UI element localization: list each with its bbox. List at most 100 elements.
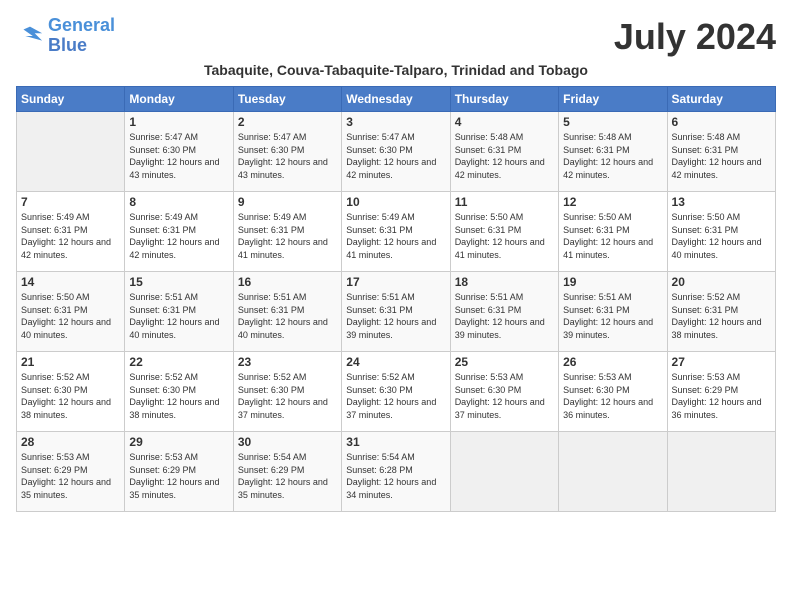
- sunset-text: Sunset: 6:31 PM: [455, 225, 522, 235]
- daylight-text: Daylight: 12 hours and 43 minutes.: [238, 157, 328, 180]
- daylight-text: Daylight: 12 hours and 42 minutes.: [563, 157, 653, 180]
- weekday-header: Sunday: [17, 87, 125, 112]
- calendar-day-cell: 12 Sunrise: 5:50 AM Sunset: 6:31 PM Dayl…: [559, 192, 667, 272]
- calendar-table: SundayMondayTuesdayWednesdayThursdayFrid…: [16, 86, 776, 512]
- day-number: 24: [346, 355, 445, 369]
- calendar-day-cell: 10 Sunrise: 5:49 AM Sunset: 6:31 PM Dayl…: [342, 192, 450, 272]
- calendar-day-cell: 5 Sunrise: 5:48 AM Sunset: 6:31 PM Dayli…: [559, 112, 667, 192]
- day-info: Sunrise: 5:49 AM Sunset: 6:31 PM Dayligh…: [238, 211, 337, 261]
- daylight-text: Daylight: 12 hours and 37 minutes.: [346, 397, 436, 420]
- sunset-text: Sunset: 6:30 PM: [563, 385, 630, 395]
- month-title: July 2024: [614, 16, 776, 58]
- day-number: 11: [455, 195, 554, 209]
- sunrise-text: Sunrise: 5:50 AM: [455, 212, 524, 222]
- logo: General Blue: [16, 16, 115, 56]
- sunset-text: Sunset: 6:31 PM: [129, 305, 196, 315]
- sunset-text: Sunset: 6:30 PM: [238, 385, 305, 395]
- calendar-day-cell: 30 Sunrise: 5:54 AM Sunset: 6:29 PM Dayl…: [233, 432, 341, 512]
- daylight-text: Daylight: 12 hours and 39 minutes.: [346, 317, 436, 340]
- weekday-header: Friday: [559, 87, 667, 112]
- weekday-header: Tuesday: [233, 87, 341, 112]
- day-number: 19: [563, 275, 662, 289]
- day-info: Sunrise: 5:52 AM Sunset: 6:30 PM Dayligh…: [346, 371, 445, 421]
- sunrise-text: Sunrise: 5:48 AM: [672, 132, 741, 142]
- sunset-text: Sunset: 6:31 PM: [21, 305, 88, 315]
- day-info: Sunrise: 5:52 AM Sunset: 6:30 PM Dayligh…: [129, 371, 228, 421]
- sunrise-text: Sunrise: 5:52 AM: [346, 372, 415, 382]
- calendar-day-cell: 8 Sunrise: 5:49 AM Sunset: 6:31 PM Dayli…: [125, 192, 233, 272]
- weekday-header-row: SundayMondayTuesdayWednesdayThursdayFrid…: [17, 87, 776, 112]
- calendar-day-cell: 25 Sunrise: 5:53 AM Sunset: 6:30 PM Dayl…: [450, 352, 558, 432]
- sunrise-text: Sunrise: 5:49 AM: [129, 212, 198, 222]
- daylight-text: Daylight: 12 hours and 35 minutes.: [238, 477, 328, 500]
- daylight-text: Daylight: 12 hours and 42 minutes.: [21, 237, 111, 260]
- calendar-day-cell: 17 Sunrise: 5:51 AM Sunset: 6:31 PM Dayl…: [342, 272, 450, 352]
- day-info: Sunrise: 5:47 AM Sunset: 6:30 PM Dayligh…: [129, 131, 228, 181]
- day-number: 21: [21, 355, 120, 369]
- calendar-day-cell: 20 Sunrise: 5:52 AM Sunset: 6:31 PM Dayl…: [667, 272, 775, 352]
- sunrise-text: Sunrise: 5:47 AM: [238, 132, 307, 142]
- day-info: Sunrise: 5:51 AM Sunset: 6:31 PM Dayligh…: [129, 291, 228, 341]
- sunrise-text: Sunrise: 5:53 AM: [563, 372, 632, 382]
- weekday-header: Monday: [125, 87, 233, 112]
- calendar-day-cell: 15 Sunrise: 5:51 AM Sunset: 6:31 PM Dayl…: [125, 272, 233, 352]
- sunrise-text: Sunrise: 5:53 AM: [455, 372, 524, 382]
- day-info: Sunrise: 5:49 AM Sunset: 6:31 PM Dayligh…: [129, 211, 228, 261]
- sunrise-text: Sunrise: 5:49 AM: [238, 212, 307, 222]
- sunrise-text: Sunrise: 5:48 AM: [455, 132, 524, 142]
- day-info: Sunrise: 5:50 AM Sunset: 6:31 PM Dayligh…: [21, 291, 120, 341]
- logo-general: General: [48, 15, 115, 35]
- sunrise-text: Sunrise: 5:52 AM: [21, 372, 90, 382]
- day-number: 14: [21, 275, 120, 289]
- calendar-day-cell: [667, 432, 775, 512]
- day-number: 10: [346, 195, 445, 209]
- sunrise-text: Sunrise: 5:54 AM: [346, 452, 415, 462]
- day-number: 30: [238, 435, 337, 449]
- calendar-day-cell: 4 Sunrise: 5:48 AM Sunset: 6:31 PM Dayli…: [450, 112, 558, 192]
- day-info: Sunrise: 5:53 AM Sunset: 6:30 PM Dayligh…: [563, 371, 662, 421]
- day-info: Sunrise: 5:49 AM Sunset: 6:31 PM Dayligh…: [21, 211, 120, 261]
- day-number: 12: [563, 195, 662, 209]
- daylight-text: Daylight: 12 hours and 38 minutes.: [672, 317, 762, 340]
- calendar-week-row: 21 Sunrise: 5:52 AM Sunset: 6:30 PM Dayl…: [17, 352, 776, 432]
- calendar-day-cell: 22 Sunrise: 5:52 AM Sunset: 6:30 PM Dayl…: [125, 352, 233, 432]
- sunrise-text: Sunrise: 5:50 AM: [672, 212, 741, 222]
- day-info: Sunrise: 5:51 AM Sunset: 6:31 PM Dayligh…: [455, 291, 554, 341]
- calendar-day-cell: 24 Sunrise: 5:52 AM Sunset: 6:30 PM Dayl…: [342, 352, 450, 432]
- calendar-day-cell: 6 Sunrise: 5:48 AM Sunset: 6:31 PM Dayli…: [667, 112, 775, 192]
- day-number: 22: [129, 355, 228, 369]
- day-number: 27: [672, 355, 771, 369]
- sunrise-text: Sunrise: 5:49 AM: [21, 212, 90, 222]
- day-info: Sunrise: 5:47 AM Sunset: 6:30 PM Dayligh…: [238, 131, 337, 181]
- sunrise-text: Sunrise: 5:51 AM: [238, 292, 307, 302]
- day-number: 15: [129, 275, 228, 289]
- day-number: 18: [455, 275, 554, 289]
- sunset-text: Sunset: 6:30 PM: [455, 385, 522, 395]
- sunset-text: Sunset: 6:31 PM: [455, 145, 522, 155]
- sunset-text: Sunset: 6:30 PM: [129, 385, 196, 395]
- sunset-text: Sunset: 6:29 PM: [129, 465, 196, 475]
- calendar-day-cell: 9 Sunrise: 5:49 AM Sunset: 6:31 PM Dayli…: [233, 192, 341, 272]
- daylight-text: Daylight: 12 hours and 43 minutes.: [129, 157, 219, 180]
- calendar-day-cell: 18 Sunrise: 5:51 AM Sunset: 6:31 PM Dayl…: [450, 272, 558, 352]
- sunrise-text: Sunrise: 5:53 AM: [672, 372, 741, 382]
- sunset-text: Sunset: 6:31 PM: [346, 225, 413, 235]
- calendar-day-cell: 3 Sunrise: 5:47 AM Sunset: 6:30 PM Dayli…: [342, 112, 450, 192]
- daylight-text: Daylight: 12 hours and 35 minutes.: [129, 477, 219, 500]
- daylight-text: Daylight: 12 hours and 40 minutes.: [238, 317, 328, 340]
- sunset-text: Sunset: 6:31 PM: [238, 305, 305, 315]
- weekday-header: Saturday: [667, 87, 775, 112]
- weekday-header: Thursday: [450, 87, 558, 112]
- daylight-text: Daylight: 12 hours and 41 minutes.: [563, 237, 653, 260]
- sunset-text: Sunset: 6:30 PM: [238, 145, 305, 155]
- sunrise-text: Sunrise: 5:48 AM: [563, 132, 632, 142]
- daylight-text: Daylight: 12 hours and 38 minutes.: [21, 397, 111, 420]
- calendar-day-cell: 16 Sunrise: 5:51 AM Sunset: 6:31 PM Dayl…: [233, 272, 341, 352]
- day-info: Sunrise: 5:50 AM Sunset: 6:31 PM Dayligh…: [563, 211, 662, 261]
- day-info: Sunrise: 5:50 AM Sunset: 6:31 PM Dayligh…: [672, 211, 771, 261]
- sunset-text: Sunset: 6:29 PM: [21, 465, 88, 475]
- daylight-text: Daylight: 12 hours and 40 minutes.: [21, 317, 111, 340]
- sunset-text: Sunset: 6:31 PM: [563, 145, 630, 155]
- day-number: 1: [129, 115, 228, 129]
- day-number: 9: [238, 195, 337, 209]
